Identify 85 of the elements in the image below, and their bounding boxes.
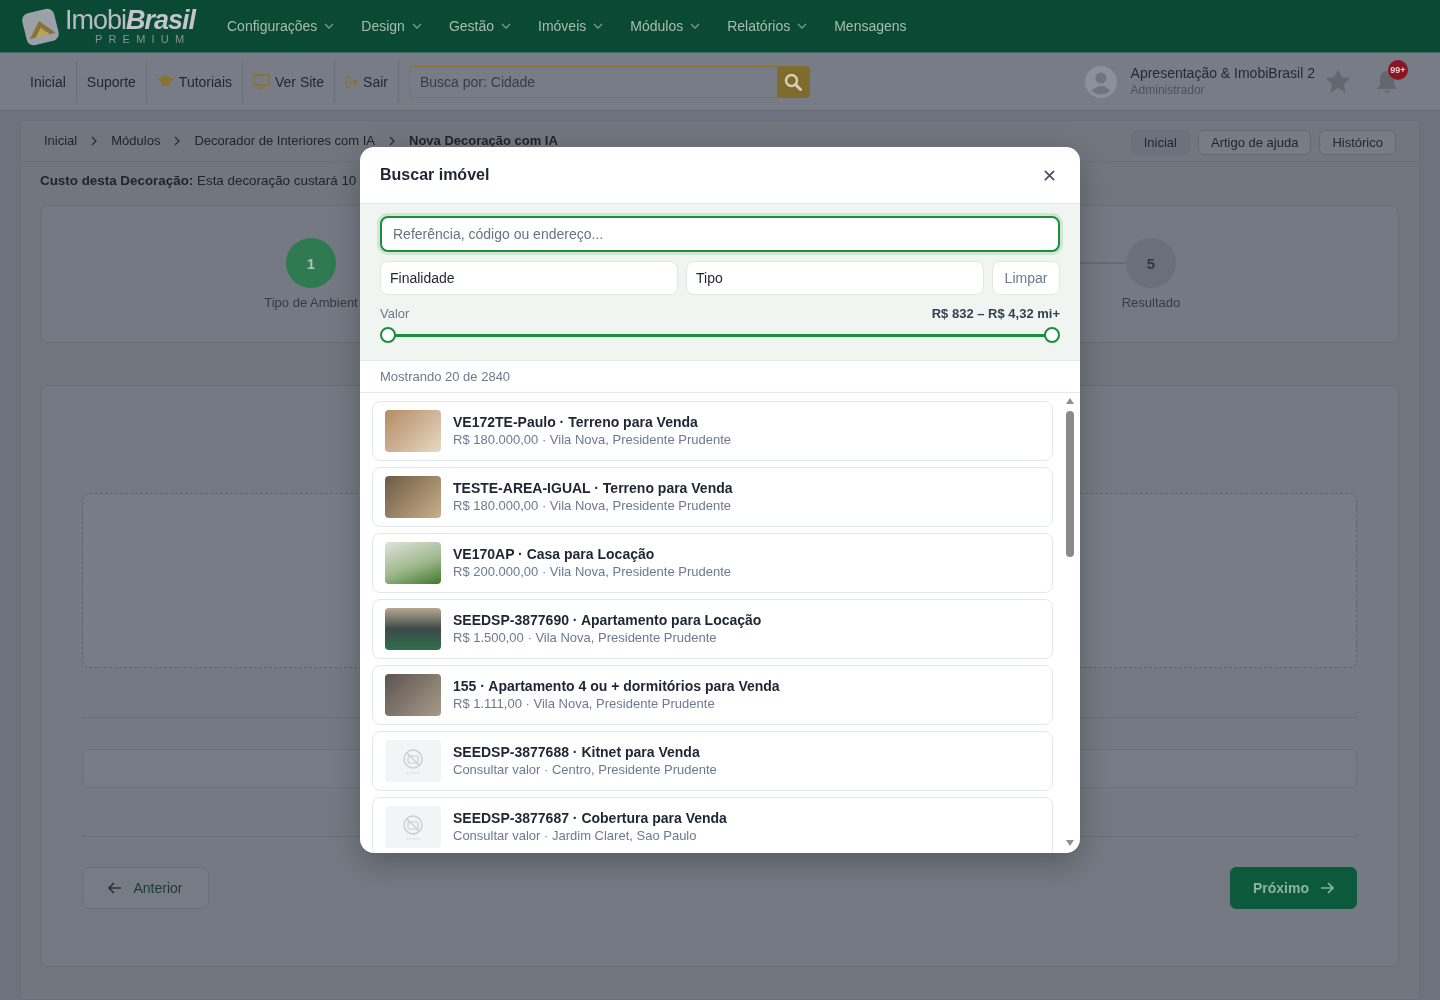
photo-placeholder [385, 674, 441, 716]
breadcrumb-link[interactable]: Módulos [111, 134, 161, 147]
photo-placeholder [385, 608, 441, 650]
toolbar-link[interactable]: Suporte [76, 60, 147, 103]
exit-arrow-icon [345, 75, 359, 88]
nav-menu-item[interactable]: Design [361, 18, 422, 34]
toolbar-link[interactable]: Sair [335, 60, 399, 103]
result-item[interactable]: SEEDSP-3877687 · Cobertura para Venda Consultar valor · Jardim Claret, Sao Paulo [372, 797, 1053, 853]
result-title: SEEDSP-3877687 · Cobertura para Venda [453, 809, 727, 827]
arrow-left-icon [108, 882, 123, 894]
result-item[interactable]: SEEDSP-3877690 · Apartamento para Locação R$ 1.500,00 · Vila Nova, Presidente Prudente [372, 599, 1053, 659]
previous-button[interactable]: Anterior [82, 867, 209, 909]
search-field[interactable]: Busca por: Cidade [408, 65, 777, 98]
header-button[interactable]: Histórico [1319, 130, 1396, 155]
toolbar-link[interactable]: Tutoriais [146, 60, 243, 103]
nav-menu-item[interactable]: Relatórios [727, 18, 808, 34]
close-icon [1043, 169, 1055, 181]
logo-tagline: PREMIUM [94, 33, 192, 45]
nav-menu-item[interactable]: Gestão [448, 18, 511, 34]
nav-menu-item[interactable]: Imóveis [538, 18, 604, 34]
slider-handle[interactable] [1044, 327, 1060, 343]
header-button[interactable]: Artigo de ajuda [1197, 130, 1312, 155]
graduation-cap-icon [156, 75, 174, 88]
price-range-slider[interactable] [380, 327, 1060, 343]
scroll-up-icon[interactable] [1066, 398, 1074, 404]
result-title: SEEDSP-3877688 · Kitnet para Venda [453, 743, 701, 761]
step-label: Resultado [1121, 295, 1181, 311]
result-details: R$ 1.111,00 · Vila Nova, Presidente Prudente [453, 695, 716, 713]
cost-text: Custo desta Decoração: Esta decoração custará 10 [40, 172, 358, 190]
scrollbar-thumb[interactable] [1066, 411, 1074, 557]
search-button[interactable] [776, 65, 810, 98]
result-details: Consultar valor · Centro, Presidente Prudente [453, 761, 717, 779]
dialog-title: Buscar imóvel [380, 166, 490, 184]
arrow-right-icon [1320, 882, 1334, 894]
nav-menu-item[interactable]: Configurações [227, 18, 335, 34]
result-title: SEEDSP-3877690 · Apartamento para Locação [453, 611, 762, 629]
breadcrumb-link[interactable]: Inicial [44, 134, 78, 147]
breadcrumb-link[interactable]: Decorador de Interiores com IA [194, 134, 376, 147]
result-details: R$ 1.500,00 · Vila Nova, Presidente Prudente [453, 629, 718, 647]
result-title: 155 · Apartamento 4 ou + dormitórios para Venda [453, 677, 780, 695]
notification-badge: 99+ [1388, 59, 1408, 80]
nav-menu-item[interactable]: Mensagens [834, 18, 907, 34]
chevron-right-icon [174, 135, 181, 146]
star-icon[interactable] [1325, 69, 1351, 94]
result-details: Consultar valor · Jardim Claret, Sao Paulo [453, 827, 698, 845]
photo-placeholder [385, 410, 441, 452]
step-number: 5 [1126, 238, 1176, 288]
header-button[interactable]: Inicial [1130, 130, 1190, 155]
result-title: VE170AP · Casa para Locação [453, 545, 656, 563]
result-details: R$ 180.000,00 · Vila Nova, Presidente Prudente [453, 497, 732, 515]
breadcrumb-link[interactable]: Nova Decoração com IA [409, 134, 558, 147]
photo-placeholder [385, 542, 441, 584]
search-input[interactable]: Referência, código ou endereço... [380, 216, 1060, 252]
step-number: 1 [286, 238, 336, 288]
result-title: TESTE-AREA-IGUAL · Terreno para Venda [453, 479, 733, 497]
result-title: VE172TE-Paulo · Terreno para Venda [453, 413, 699, 431]
scroll-down-icon[interactable] [1066, 840, 1074, 846]
monitor-icon [253, 74, 270, 89]
next-button[interactable]: Próximo [1230, 867, 1357, 909]
result-details: R$ 180.000,00 · Vila Nova, Presidente Prudente [453, 431, 731, 449]
results-count: Mostrando 20 de 2840 [360, 361, 1080, 393]
no-photo-icon [385, 740, 441, 782]
result-item[interactable]: SEEDSP-3877688 · Kitnet para Venda Consultar valor · Centro, Presidente Prudente [372, 731, 1053, 791]
result-item[interactable]: TESTE-AREA-IGUAL · Terreno para Venda R$ 180.000,00 · Vila Nova, Presidente Prudente [372, 467, 1053, 527]
select-field[interactable]: Tipo [686, 261, 984, 295]
nav-menu-item[interactable]: Módulos [630, 18, 701, 34]
result-details: R$ 200.000,00 · Vila Nova, Presidente Prudente [453, 563, 731, 581]
range-reading: R$ 832 – R$ 4,32 mi+ [931, 305, 1060, 321]
chevron-right-icon [91, 135, 98, 146]
result-item[interactable]: 155 · Apartamento 4 ou + dormitórios para Venda R$ 1.111,00 · Vila Nova, Presidente Prudente [372, 665, 1053, 725]
search-icon [784, 72, 803, 91]
clear-button[interactable]: Limpar [992, 261, 1060, 295]
toolbar-link[interactable]: Inicial [20, 60, 77, 103]
result-item[interactable]: VE172TE-Paulo · Terreno para Venda R$ 180.000,00 · Vila Nova, Presidente Prudente [372, 401, 1053, 461]
step-label: Tipo de Ambient [264, 295, 358, 311]
range-label: Valor [380, 305, 410, 321]
logo-wordmark: ImobiBrasil [64, 7, 195, 33]
chevron-right-icon [389, 135, 396, 146]
select-field[interactable]: Finalidade [380, 261, 678, 295]
toolbar-link[interactable]: Ver Site [243, 60, 336, 103]
no-photo-icon [385, 806, 441, 848]
result-item[interactable]: VE170AP · Casa para Locação R$ 200.000,00 · Vila Nova, Presidente Prudente [372, 533, 1053, 593]
user-name[interactable]: Apresentação & ImobiBrasil 2 [1130, 65, 1315, 82]
photo-placeholder [385, 476, 441, 518]
slider-handle[interactable] [380, 327, 396, 343]
